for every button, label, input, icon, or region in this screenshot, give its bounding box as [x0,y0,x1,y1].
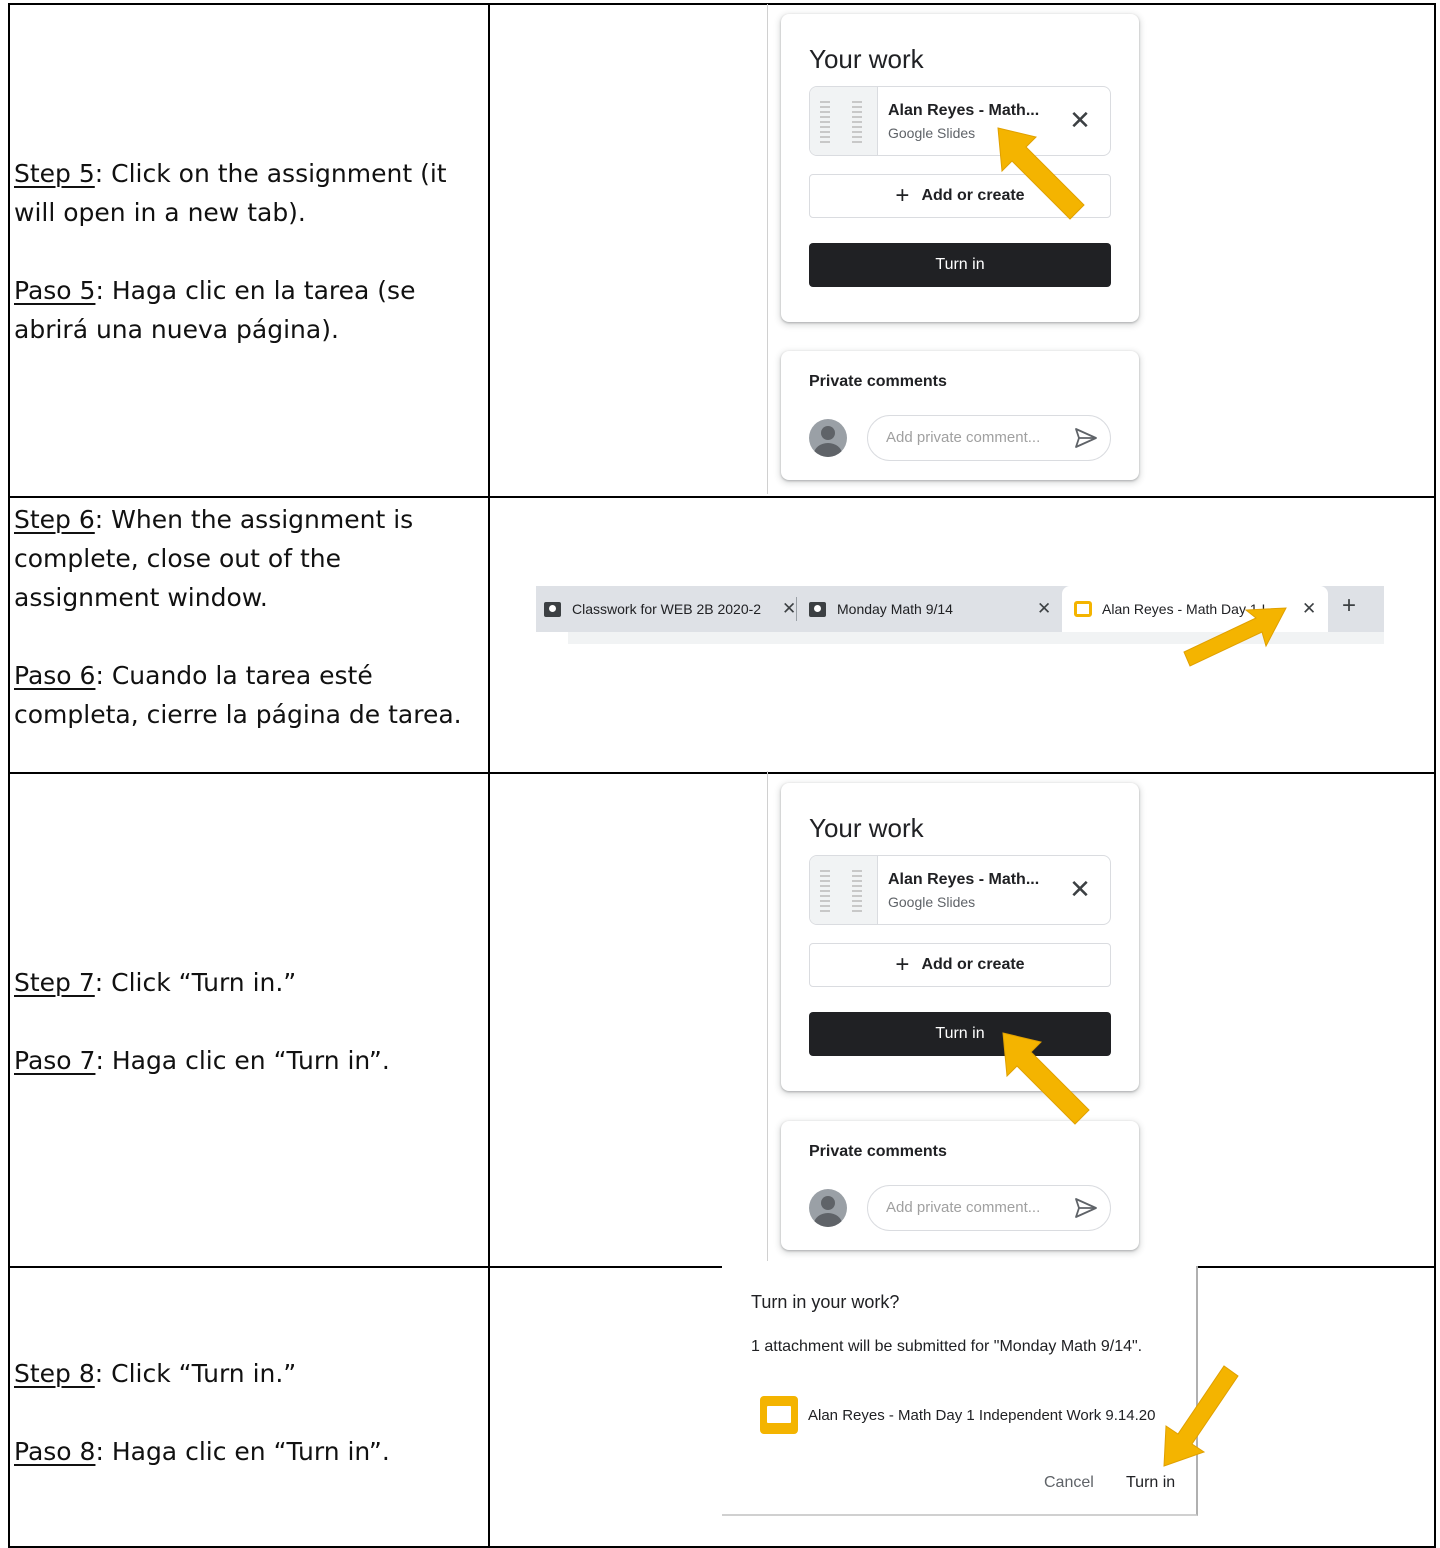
private-comments-title: Private comments [809,1143,947,1160]
paso-label: Paso 6 [14,661,96,690]
private-comment-input[interactable]: Add private comment... [867,1185,1111,1231]
dialog-attachment[interactable]: Alan Reyes - Math Day 1 Independent Work… [760,1396,1155,1434]
classroom-icon [544,601,561,617]
pointer-arrow-icon [997,127,1085,220]
avatar-icon [809,1189,847,1227]
google-slides-icon [760,1396,798,1434]
new-tab-plus-icon[interactable]: + [1342,592,1356,620]
attachment-name: Alan Reyes - Math... [888,871,1040,888]
step-5-text: Step 5: Click on the assignment (it will… [14,159,447,344]
google-slides-icon [1074,601,1092,617]
attachment-item[interactable]: Alan Reyes - Math... Google Slides ✕ [809,855,1111,925]
add-or-create-button[interactable]: + Add or create [809,943,1111,987]
dialog-turn-in-button[interactable]: Turn in [1126,1474,1175,1492]
avatar-icon [809,419,847,457]
send-icon[interactable] [1074,427,1098,449]
step-label: Step 5 [14,159,95,188]
dialog-title: Turn in your work? [751,1292,900,1312]
screenshot-edge [767,4,768,494]
close-icon[interactable]: ✕ [1302,599,1316,619]
close-icon[interactable]: ✕ [1037,599,1051,619]
classroom-icon [809,601,826,617]
private-comments-card: Private comments Add private comment... [781,351,1139,480]
dialog-attachment-name: Alan Reyes - Math Day 1 Independent Work… [808,1406,1156,1424]
step-label: Step 7 [14,968,95,997]
plus-icon: + [895,182,910,209]
step-label: Step 6 [14,505,95,534]
tab-monday-math[interactable]: Monday Math 9/14 ✕ [809,586,1059,632]
attachment-type: Google Slides [888,125,976,141]
step-6-text: Step 6: When the assignment is complete,… [14,505,462,729]
attachment-thumbnail [810,856,878,924]
screenshot-edge [767,771,768,1261]
paso-label: Paso 5 [14,276,96,305]
send-icon[interactable] [1074,1197,1098,1219]
row-divider [10,772,1434,774]
pointer-arrow-icon [1183,607,1287,667]
paso-label: Paso 7 [14,1046,96,1075]
private-comments-title: Private comments [809,373,947,390]
step-7-text: Step 7: Click “Turn in.” Paso 7: Haga cl… [14,968,390,1075]
close-icon[interactable]: ✕ [1064,873,1096,905]
close-icon[interactable]: ✕ [782,599,796,619]
turn-in-dialog: Turn in your work? 1 attachment will be … [722,1266,1198,1516]
tab-classwork[interactable]: Classwork for WEB 2B 2020-2 ✕ [544,586,796,632]
column-divider [488,5,490,1546]
pointer-arrow-icon [1163,1365,1239,1467]
step-label: Step 8 [14,1359,95,1388]
row-divider [10,496,1434,498]
step-8-text: Step 8: Click “Turn in.” Paso 8: Haga cl… [14,1359,390,1466]
pointer-arrow-icon [1002,1032,1090,1125]
private-comments-card: Private comments Add private comment... [781,1121,1139,1250]
attachment-thumbnail [810,87,878,155]
private-comment-input[interactable]: Add private comment... [867,415,1111,461]
attachment-type: Google Slides [888,894,976,910]
attachment-name: Alan Reyes - Math... [888,102,1040,119]
paso-label: Paso 8 [14,1437,96,1466]
turn-in-button[interactable]: Turn in [809,243,1111,287]
your-work-title: Your work [809,813,924,843]
your-work-title: Your work [809,44,924,74]
plus-icon: + [895,951,910,978]
cancel-button[interactable]: Cancel [1044,1474,1094,1492]
dialog-body: 1 attachment will be submitted for "Mond… [751,1338,1143,1355]
